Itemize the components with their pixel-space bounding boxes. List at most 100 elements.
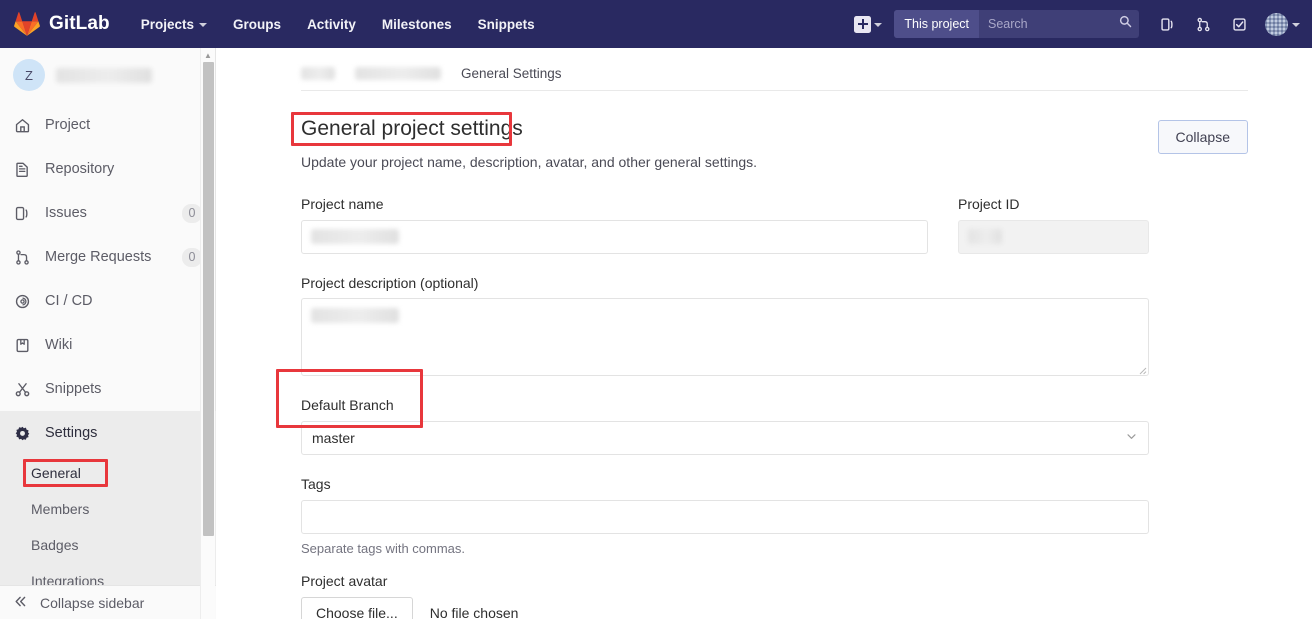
default-branch-select[interactable]: master xyxy=(301,421,1149,456)
sidebar-item-snippets-label: Snippets xyxy=(45,381,102,397)
top-navbar: GitLab Projects Groups Activity Mileston… xyxy=(0,0,1312,48)
sidebar-item-integrations[interactable]: Integrations xyxy=(0,563,216,585)
default-branch-label: Default Branch xyxy=(301,397,394,414)
sidebar-scrollbar-thumb[interactable] xyxy=(203,62,214,536)
plus-square-icon xyxy=(854,15,872,33)
sidebar-item-project-label: Project xyxy=(45,117,91,133)
tags-input[interactable] xyxy=(301,500,1149,535)
file-chosen-status: No file chosen xyxy=(429,604,519,619)
project-avatar-label: Project avatar xyxy=(301,573,388,590)
issues-icon xyxy=(13,204,31,222)
sidebar-item-badges-label: Badges xyxy=(31,537,79,553)
issues-icon[interactable] xyxy=(1149,6,1185,42)
page-subtitle: Update your project name, description, a… xyxy=(301,154,758,171)
breadcrumb-current: General Settings xyxy=(461,65,562,81)
brand-name: GitLab xyxy=(49,13,110,34)
sidebar-item-ci-cd-label: CI / CD xyxy=(45,293,93,309)
collapse-section-button[interactable]: Collapse xyxy=(1157,120,1248,154)
sidebar-item-issues-count: 0 xyxy=(182,203,202,223)
sidebar-item-merge-requests-label: Merge Requests xyxy=(45,249,152,265)
primary-nav: Projects Groups Activity Milestones Snip… xyxy=(128,0,548,48)
sidebar-scrollbar[interactable]: ▲ xyxy=(200,48,215,619)
nav-link-groups[interactable]: Groups xyxy=(220,0,294,48)
sidebar-item-general[interactable]: General xyxy=(0,455,216,491)
project-avatar: Z xyxy=(13,59,45,91)
breadcrumb-segment-2-redacted[interactable] xyxy=(355,66,441,80)
nav-link-snippets[interactable]: Snippets xyxy=(465,0,548,48)
project-name-redacted xyxy=(56,67,152,83)
search-input[interactable] xyxy=(979,10,1139,38)
content-inner: General Settings General project setting… xyxy=(216,48,1312,619)
sidebar-item-settings-label: Settings xyxy=(45,425,98,441)
sidebar-scroll-area: Z Project Repository Issues 0 Merge Requ… xyxy=(0,48,216,585)
section-header: General project settings Update your pro… xyxy=(301,91,1248,173)
sidebar-project-header[interactable]: Z xyxy=(0,48,216,103)
search-group: This project xyxy=(894,10,1139,38)
sidebar-item-issues-label: Issues xyxy=(45,205,87,221)
collapse-sidebar-label: Collapse sidebar xyxy=(40,594,145,611)
default-branch-field-group: Default Branch master xyxy=(301,397,1248,456)
search-scope-badge[interactable]: This project xyxy=(894,10,979,38)
project-description-textarea[interactable] xyxy=(301,298,1149,377)
project-name-value-redacted xyxy=(311,228,399,244)
rocket-icon xyxy=(13,292,31,310)
new-item-button[interactable] xyxy=(850,8,888,40)
sidebar-settings-submenu: General Members Badges Integrations xyxy=(0,455,216,585)
sidebar-item-snippets[interactable]: Snippets xyxy=(0,367,216,411)
project-sidebar: Z Project Repository Issues 0 Merge Requ… xyxy=(0,48,216,619)
sidebar-item-wiki[interactable]: Wiki xyxy=(0,323,216,367)
user-avatar xyxy=(1265,12,1288,36)
default-branch-select-wrap: master xyxy=(301,421,1149,456)
navbar-right-actions: This project xyxy=(850,0,1312,48)
nav-link-milestones-label: Milestones xyxy=(381,16,452,32)
project-description-label: Project description (optional) xyxy=(301,274,479,291)
project-avatar-field-group: Project avatar Choose file... No file ch… xyxy=(301,573,1248,619)
scroll-up-arrow-icon[interactable]: ▲ xyxy=(201,49,215,62)
sidebar-item-merge-requests-count: 0 xyxy=(182,247,202,267)
nav-link-projects[interactable]: Projects xyxy=(128,0,220,48)
project-id-field-group: Project ID xyxy=(958,196,1149,254)
file-chooser-row: Choose file... No file chosen xyxy=(301,596,1248,619)
project-description-value-redacted xyxy=(311,308,399,324)
breadcrumb-segment-1-redacted[interactable] xyxy=(301,66,335,80)
document-icon xyxy=(13,160,31,178)
search-field xyxy=(979,10,1139,38)
gitlab-home-link[interactable]: GitLab xyxy=(0,11,110,37)
name-and-id-row: Project name Project ID xyxy=(301,196,1248,254)
project-id-input-wrap xyxy=(958,219,1149,254)
nav-link-activity-label: Activity xyxy=(307,16,356,32)
collapse-sidebar-button[interactable]: Collapse sidebar xyxy=(0,585,216,619)
merge-requests-icon[interactable] xyxy=(1185,6,1221,42)
user-menu-button[interactable] xyxy=(1257,6,1304,42)
sidebar-item-project[interactable]: Project xyxy=(0,103,216,147)
sidebar-item-settings[interactable]: Settings xyxy=(0,411,216,455)
todos-icon[interactable] xyxy=(1221,6,1257,42)
sidebar-item-issues[interactable]: Issues 0 xyxy=(0,191,216,235)
chevron-down-icon xyxy=(874,23,883,27)
home-icon xyxy=(13,116,31,134)
sidebar-item-general-label: General xyxy=(31,465,81,481)
choose-file-button[interactable]: Choose file... xyxy=(301,596,413,619)
nav-link-projects-label: Projects xyxy=(140,16,195,32)
chevron-down-icon xyxy=(1292,23,1300,27)
nav-link-milestones[interactable]: Milestones xyxy=(369,0,465,48)
general-settings-form: Project name Project ID Project descript… xyxy=(301,173,1248,619)
project-name-field-group: Project name xyxy=(301,196,928,254)
sidebar-item-members-label: Members xyxy=(31,501,90,517)
double-chevron-left-icon xyxy=(13,594,28,612)
sidebar-item-merge-requests[interactable]: Merge Requests 0 xyxy=(0,235,216,279)
nav-link-activity[interactable]: Activity xyxy=(294,0,369,48)
sidebar-item-members[interactable]: Members xyxy=(0,491,216,527)
gitlab-settings-page: GitLab Projects Groups Activity Mileston… xyxy=(0,0,1312,619)
page-title: General project settings xyxy=(301,117,523,140)
sidebar-item-wiki-label: Wiki xyxy=(45,337,73,353)
project-description-field-group: Project description (optional) xyxy=(301,275,1248,377)
tags-field-group: Tags Separate tags with commas. xyxy=(301,476,1248,556)
sidebar-item-badges[interactable]: Badges xyxy=(0,527,216,563)
gear-icon xyxy=(13,424,31,442)
book-icon xyxy=(13,336,31,354)
sidebar-item-repository[interactable]: Repository xyxy=(0,147,216,191)
sidebar-item-ci-cd[interactable]: CI / CD xyxy=(0,279,216,323)
project-id-label: Project ID xyxy=(958,195,1020,212)
breadcrumb: General Settings xyxy=(301,48,1248,90)
